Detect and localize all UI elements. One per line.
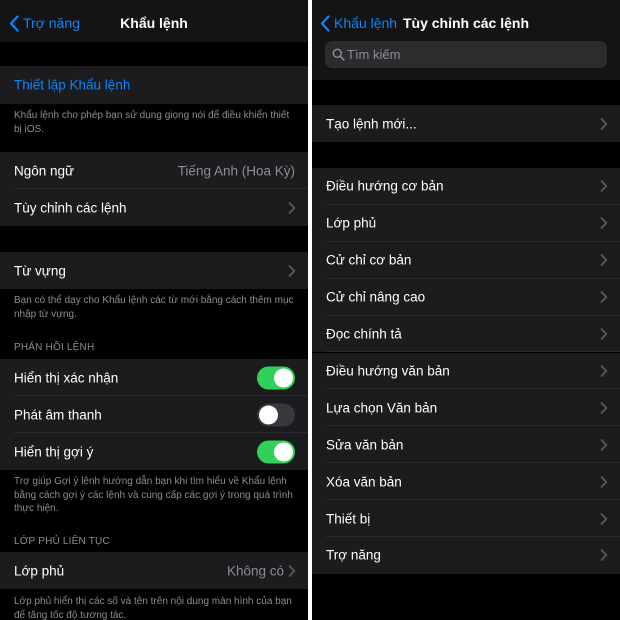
chevron-right-icon — [288, 201, 296, 214]
toggle-knob — [274, 442, 293, 461]
chevron-right-icon — [600, 291, 608, 304]
category-label: Điều hướng cơ bản — [326, 178, 444, 194]
vocabulary-row[interactable]: Từ vựng — [0, 252, 308, 289]
show-confirmation-row: Hiển thị xác nhận — [0, 359, 308, 396]
play-sound-row: Phát âm thanh — [0, 396, 308, 433]
category-label: Thiết bị — [326, 511, 371, 527]
vocabulary-footer-text: Bạn có thể dạy cho Khẩu lệnh các từ mới … — [14, 295, 294, 320]
magnifying-glass-icon — [332, 48, 345, 61]
show-hints-row: Hiển thị gợi ý — [0, 433, 308, 470]
category-label: Điều hướng văn bản — [326, 363, 450, 379]
category-row-overlay[interactable]: Lớp phủ — [312, 204, 620, 242]
chevron-right-icon — [288, 564, 296, 577]
search-input[interactable] — [347, 41, 601, 68]
setup-link-label: Thiết lập Khẩu lệnh — [14, 77, 131, 93]
category-row-device[interactable]: Thiết bị — [312, 500, 620, 537]
show-hints-toggle[interactable] — [257, 440, 295, 463]
toggle-label: Hiển thị xác nhận — [14, 370, 119, 385]
category-label: Trợ năng — [326, 547, 381, 563]
setup-voice-control-link[interactable]: Thiết lập Khẩu lệnh — [0, 66, 308, 104]
overlay-label: Lớp phủ — [14, 563, 65, 578]
category-row-basic-gestures[interactable]: Cử chỉ cơ bản — [312, 241, 620, 279]
language-value: Tiếng Anh (Hoa Kỳ) — [177, 163, 295, 178]
category-row-dictation[interactable]: Đọc chính tả — [312, 315, 620, 353]
chevron-right-icon — [288, 264, 296, 277]
toggle-label: Hiển thị gợi ý — [14, 444, 94, 459]
page-title: Khẩu lệnh — [120, 15, 188, 31]
category-label: Cử chỉ cơ bản — [326, 252, 412, 268]
chevron-right-icon — [600, 401, 608, 414]
continuous-overlay-header: LỚP PHỦ LIÊN TỤC — [14, 536, 110, 547]
category-row-text-deletion[interactable]: Xóa văn bản — [312, 463, 620, 501]
search-bar[interactable] — [325, 41, 607, 68]
chevron-right-icon — [600, 180, 608, 193]
category-label: Cử chỉ nâng cao — [326, 289, 426, 305]
category-label: Đọc chính tả — [326, 326, 402, 342]
category-row-text-navigation[interactable]: Điều hướng văn bản — [312, 352, 620, 390]
overlay-value: Không có — [226, 563, 284, 578]
category-row-basic-navigation[interactable]: Điều hướng cơ bản — [312, 168, 620, 205]
chevron-right-icon — [600, 117, 608, 130]
category-row-accessibility[interactable]: Trợ năng — [312, 537, 620, 574]
new-command-row[interactable]: Tạo lệnh mới... — [312, 105, 620, 142]
category-row-text-selection[interactable]: Lựa chọn Văn bản — [312, 389, 620, 427]
hints-footer-text: Trợ giúp Gợi ý lệnh hướng dẫn bạn khi tì… — [14, 476, 293, 514]
category-label: Lớp phủ — [326, 215, 377, 231]
page-title: Tùy chỉnh các lệnh — [402, 15, 530, 31]
category-row-advanced-gestures[interactable]: Cử chỉ nâng cao — [312, 278, 620, 316]
language-row[interactable]: Ngôn ngữ Tiếng Anh (Hoa Kỳ) — [0, 152, 308, 189]
vocabulary-label: Từ vựng — [14, 263, 66, 278]
category-label: Lựa chọn Văn bản — [326, 400, 438, 416]
customize-commands-screen: Khẩu lệnh Tùy chỉnh các lệnh Tạo lệnh mớ… — [312, 0, 620, 620]
overlay-row[interactable]: Lớp phủ Không có — [0, 552, 308, 589]
chevron-right-icon — [600, 328, 608, 340]
chevron-right-icon — [600, 512, 608, 525]
chevron-right-icon — [600, 217, 608, 230]
command-feedback-header: PHẢN HỒI LỆNH — [14, 342, 95, 353]
toggle-label: Phát âm thanh — [14, 407, 102, 422]
show-confirmation-toggle[interactable] — [257, 366, 295, 389]
language-label: Ngôn ngữ — [14, 163, 75, 178]
new-command-label: Tạo lệnh mới... — [326, 116, 417, 131]
voice-control-screen: Trợ năng Khẩu lệnh Thiết lập Khẩu lệnh K… — [0, 0, 308, 620]
overlay-footer-text: Lớp phủ hiển thị các số và tên trên nội … — [14, 596, 292, 620]
navigation-bar: Trợ năng Khẩu lệnh — [0, 0, 308, 42]
customize-commands-row[interactable]: Tùy chỉnh các lệnh — [0, 189, 308, 226]
chevron-right-icon — [600, 254, 608, 267]
category-row-text-editing[interactable]: Sửa văn bản — [312, 426, 620, 464]
chevron-right-icon — [600, 365, 608, 377]
setup-footer-text: Khẩu lệnh cho phép bạn sử dụng giọng nói… — [14, 110, 290, 135]
chevron-right-icon — [600, 438, 608, 451]
navigation-bar: Khẩu lệnh Tùy chỉnh các lệnh — [312, 0, 620, 80]
toggle-knob — [259, 405, 278, 424]
category-label: Sửa văn bản — [326, 437, 404, 453]
category-label: Xóa văn bản — [326, 474, 402, 490]
chevron-right-icon — [600, 475, 608, 488]
chevron-right-icon — [600, 549, 608, 562]
customize-commands-label: Tùy chỉnh các lệnh — [14, 200, 127, 215]
toggle-knob — [274, 368, 293, 387]
play-sound-toggle[interactable] — [257, 403, 295, 426]
